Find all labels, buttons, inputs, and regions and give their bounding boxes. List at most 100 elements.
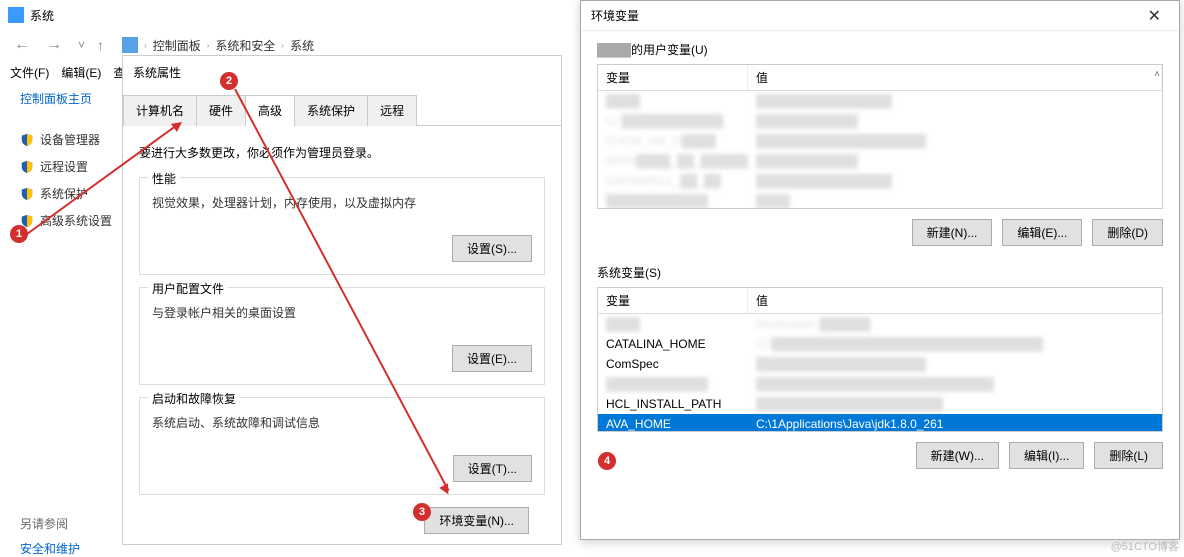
edit-user-var-button[interactable]: 编辑(E)... (1002, 219, 1082, 246)
table-row[interactable]: ████Destination ██████ (598, 314, 1162, 334)
watermark: @51CTO博客 (1111, 538, 1179, 554)
table-row[interactable]: CATALINA_HOMED:\████████████████████████… (598, 334, 1162, 354)
nav-dropdown-icon[interactable]: ˅ (74, 38, 89, 52)
menu-file[interactable]: 文件(F) (10, 64, 49, 81)
shield-icon (20, 187, 34, 201)
delete-sys-var-button[interactable]: 删除(L) (1094, 442, 1163, 469)
var-value: ████████████████ (748, 93, 1162, 109)
shield-icon (20, 133, 34, 147)
shield-icon (20, 160, 34, 174)
sidebar-home[interactable]: 控制面板主页 (20, 90, 115, 107)
crumb-item[interactable]: 控制面板 (153, 37, 201, 54)
group-desc: 系统启动、系统故障和调试信息 (152, 414, 532, 431)
dialog-title-bar: 环境变量 ✕ (581, 1, 1179, 31)
system-vars-list[interactable]: 变量 值 ████Destination ██████CATALINA_HOME… (597, 287, 1163, 432)
chevron-right-icon: › (207, 41, 210, 50)
table-row[interactable]: DATA████_██_██████████████████ (598, 151, 1162, 171)
sidebar-item-remote[interactable]: 远程设置 (20, 158, 115, 175)
edit-sys-var-button[interactable]: 编辑(I)... (1009, 442, 1084, 469)
group-desc: 视觉效果，处理器计划，内存使用，以及虚拟内存 (152, 194, 532, 211)
var-name: ████ (598, 93, 748, 109)
tab-hardware[interactable]: 硬件 (196, 95, 246, 126)
performance-group: 性能 视觉效果，处理器计划，内存使用，以及虚拟内存 设置(S)... (139, 177, 545, 275)
var-name: ████████████ (598, 193, 748, 209)
annotation-marker-1: 1 (10, 225, 28, 243)
tab-system-protection[interactable]: 系统保护 (294, 95, 368, 126)
group-title: 性能 (148, 170, 180, 187)
title-bar: 系统 (0, 0, 585, 30)
admin-warning: 要进行大多数更改，你必须作为管理员登录。 (139, 144, 545, 161)
list-header: 变量 值 (598, 288, 1162, 314)
environment-variables-dialog: 环境变量 ✕ ████的用户变量(U) ˄ 变量 值 █████████████… (580, 0, 1180, 540)
control-panel-icon (122, 37, 138, 53)
startup-settings-button[interactable]: 设置(T)... (453, 455, 532, 482)
scroll-up-icon[interactable]: ˄ (1154, 69, 1160, 80)
delete-user-var-button[interactable]: 删除(D) (1092, 219, 1163, 246)
close-icon[interactable]: ✕ (1140, 6, 1169, 26)
var-name: CATALINA_HOME (598, 336, 748, 352)
var-name: CUON_VM_O████ (598, 133, 748, 149)
var-name: AVA_HOME (598, 416, 748, 432)
environment-variables-button[interactable]: 环境变量(N)... (424, 507, 529, 534)
dialog-title: 系统属性 (123, 56, 561, 89)
new-sys-var-button[interactable]: 新建(W)... (916, 442, 999, 469)
table-row[interactable]: ComSpec████████████████████ (598, 354, 1162, 374)
user-vars-title: ████的用户变量(U) (597, 41, 1163, 58)
var-name: ComSpec (598, 356, 748, 372)
var-name: CI ████████████ (598, 113, 748, 129)
system-properties-dialog: 系统属性 计算机名 硬件 高级 系统保护 远程 要进行大多数更改，你必须作为管理… (122, 55, 562, 545)
var-value: D:\████████████████████████████████ (748, 336, 1162, 352)
sidebar-item-device-manager[interactable]: 设备管理器 (20, 131, 115, 148)
table-row[interactable]: CUON_VM_O████████████████████████ (598, 131, 1162, 151)
menu-edit[interactable]: 编辑(E) (61, 64, 101, 81)
table-row[interactable]: ████████████████████████████████████████ (598, 374, 1162, 394)
breadcrumb: › 控制面板 › 系统和安全 › 系统 (122, 37, 314, 54)
nav-back-icon[interactable]: ← (10, 36, 34, 54)
nav-up-icon[interactable]: ↑ (97, 37, 104, 53)
col-variable[interactable]: 变量 (598, 288, 748, 313)
chevron-right-icon: › (144, 41, 147, 50)
performance-settings-button[interactable]: 设置(S)... (452, 235, 532, 262)
window-title: 系统 (30, 7, 54, 24)
var-name: DATA████_██_██████ (598, 153, 748, 169)
var-value: ██████████████████████ (748, 396, 1162, 412)
crumb-item[interactable]: 系统 (290, 37, 314, 54)
dialog-body: ████的用户变量(U) ˄ 变量 值 ████████████████████… (581, 31, 1179, 497)
table-row[interactable]: AVA_HOMEC:\1Applications\Java\jdk1.8.0_2… (598, 414, 1162, 432)
annotation-marker-2: 2 (220, 72, 238, 90)
also-see-link[interactable]: 安全和维护 (20, 540, 80, 557)
table-row[interactable]: DATASPELL_██_██████████████████ (598, 171, 1162, 191)
table-row[interactable]: ████████████████ (598, 191, 1162, 209)
col-value[interactable]: 值 (748, 65, 1162, 90)
sys-button-row: 新建(W)... 编辑(I)... 删除(L) (597, 442, 1163, 469)
table-row[interactable]: ████████████████████ (598, 91, 1162, 111)
tab-remote[interactable]: 远程 (367, 95, 417, 126)
var-name: HCL_INSTALL_PATH (598, 396, 748, 412)
user-vars-list[interactable]: ˄ 变量 值 ████████████████████CI ██████████… (597, 64, 1163, 209)
table-row[interactable]: CI ████████████████████████ (598, 111, 1162, 131)
tab-strip: 计算机名 硬件 高级 系统保护 远程 (123, 94, 561, 126)
var-name: ████████████ (598, 376, 748, 392)
nav-forward-icon[interactable]: → (42, 36, 66, 54)
new-user-var-button[interactable]: 新建(N)... (912, 219, 993, 246)
var-value: C:\1Applications\Java\jdk1.8.0_261 (748, 416, 1162, 432)
list-header: 变量 值 (598, 65, 1162, 91)
var-value: ████ (748, 193, 1162, 209)
tab-computer-name[interactable]: 计算机名 (123, 95, 197, 126)
also-see-label: 另请参阅 (20, 515, 80, 532)
dialog-body: 要进行大多数更改，你必须作为管理员登录。 性能 视觉效果，处理器计划，内存使用，… (123, 126, 561, 544)
table-row[interactable]: HCL_INSTALL_PATH██████████████████████ (598, 394, 1162, 414)
also-see-section: 另请参阅 安全和维护 (20, 515, 80, 557)
group-title: 用户配置文件 (148, 280, 228, 297)
annotation-marker-4: 4 (598, 452, 616, 470)
profiles-settings-button[interactable]: 设置(E)... (452, 345, 532, 372)
var-value: ████████████ (748, 153, 1162, 169)
var-value: ████████████████████████████ (748, 376, 1162, 392)
col-variable[interactable]: 变量 (598, 65, 748, 90)
sidebar-item-protection[interactable]: 系统保护 (20, 185, 115, 202)
var-value: ████████████████████ (748, 133, 1162, 149)
group-desc: 与登录帐户相关的桌面设置 (152, 304, 532, 321)
crumb-item[interactable]: 系统和安全 (215, 37, 275, 54)
col-value[interactable]: 值 (748, 288, 1162, 313)
startup-recovery-group: 启动和故障恢复 系统启动、系统故障和调试信息 设置(T)... (139, 397, 545, 495)
